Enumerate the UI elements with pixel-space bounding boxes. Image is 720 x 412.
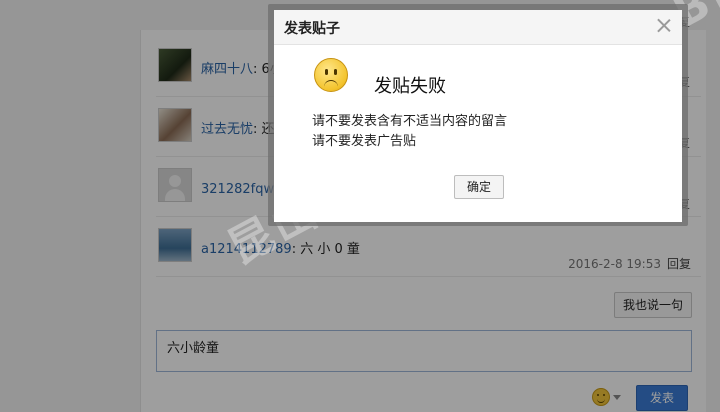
- sad-face-icon: [314, 58, 348, 92]
- dialog-message: 请不要发表含有不适当内容的留言: [312, 114, 508, 129]
- dialog-message: 请不要发表广告贴: [312, 134, 417, 149]
- dialog-header: 发表贴子: [274, 10, 682, 45]
- error-dialog: 发表贴子 发贴失败 请不要发表含有不适当内容的留言 请不要发表广告贴 确定: [274, 10, 682, 222]
- dialog-shadow: 发表贴子 发贴失败 请不要发表含有不适当内容的留言 请不要发表广告贴 确定: [268, 4, 688, 226]
- dialog-heading: 发贴失败: [374, 76, 446, 97]
- close-icon[interactable]: [656, 17, 672, 33]
- ok-button[interactable]: 确定: [454, 175, 504, 199]
- dialog-title: 发表贴子: [284, 21, 340, 37]
